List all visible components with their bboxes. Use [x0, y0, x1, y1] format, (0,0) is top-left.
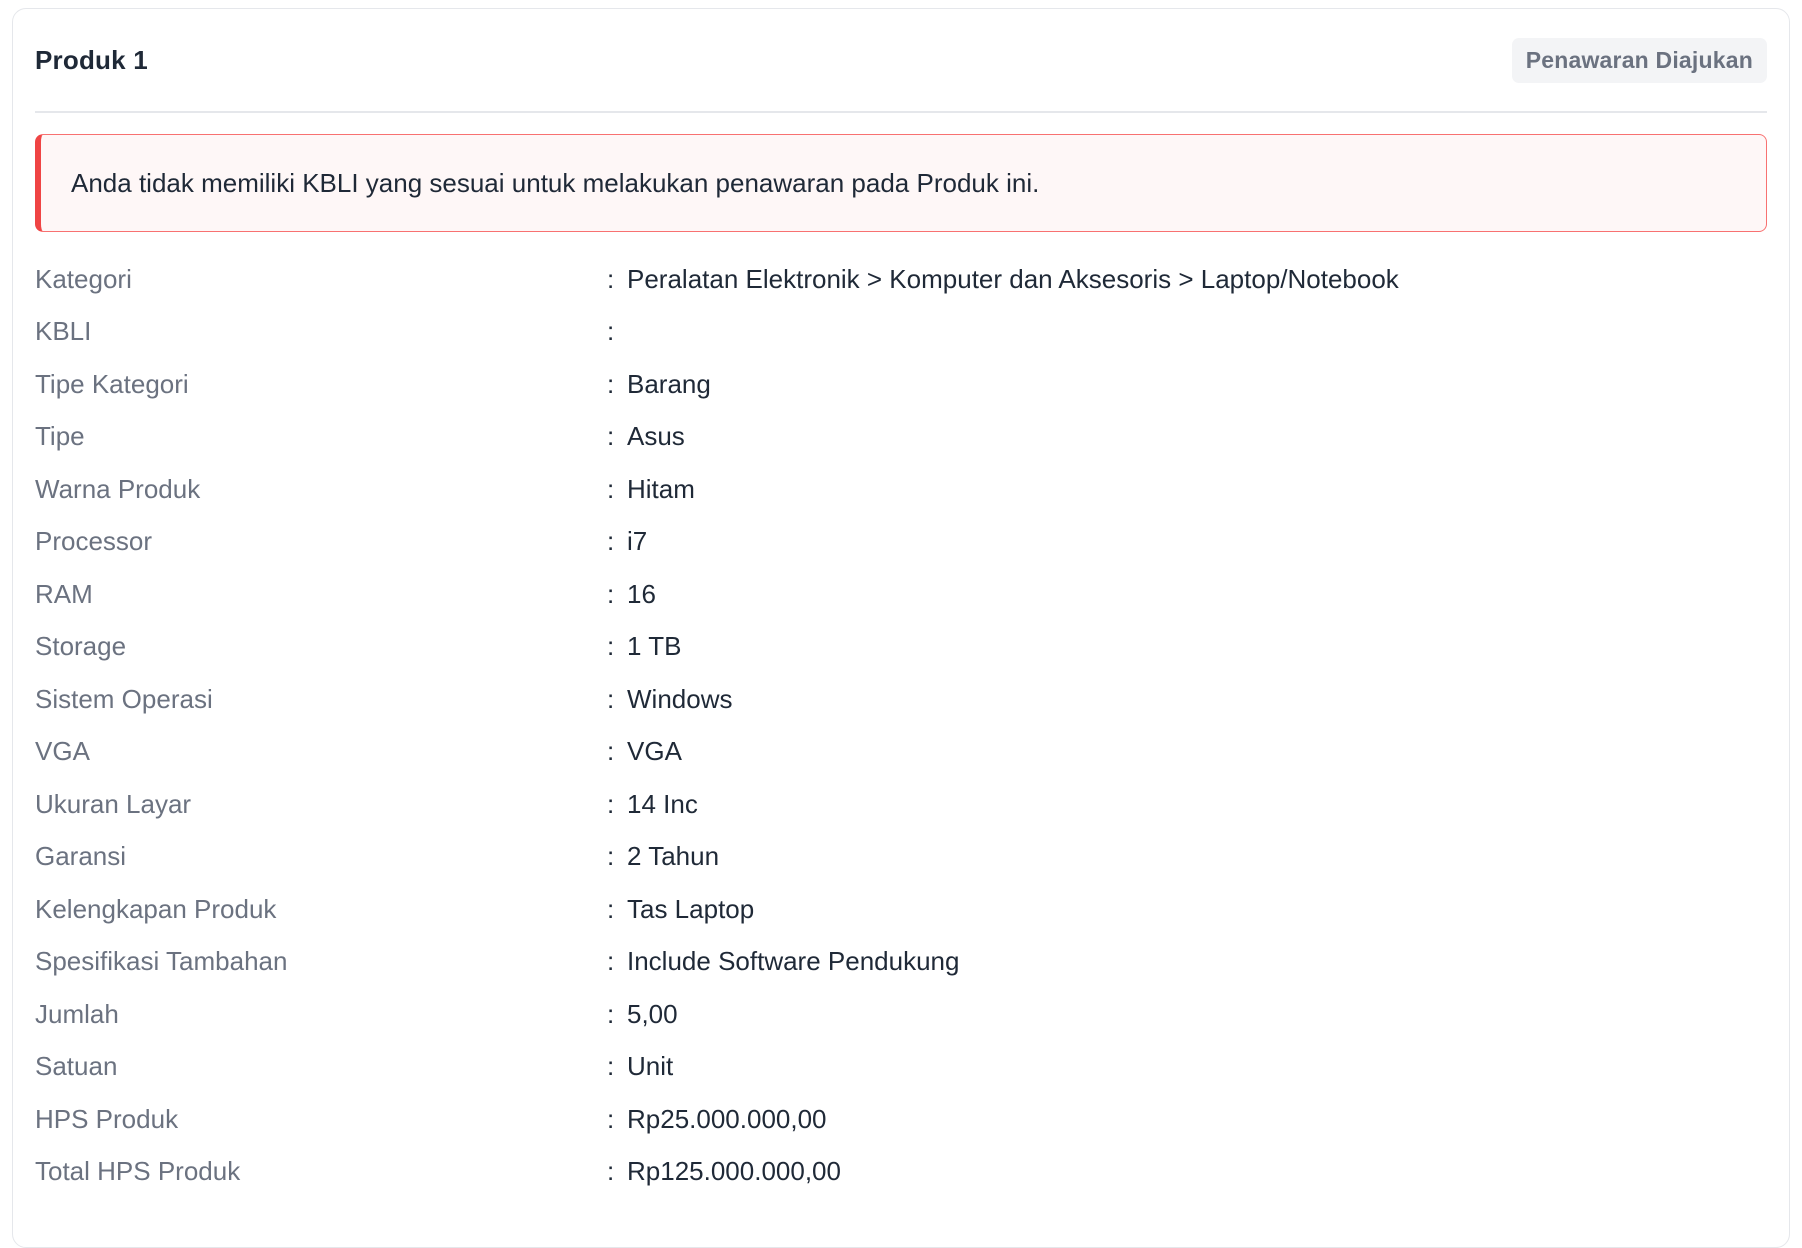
detail-row-jumlah: Jumlah : 5,00	[35, 988, 1767, 1041]
detail-separator: :	[607, 788, 615, 819]
detail-row-kategori: Kategori : Peralatan Elektronik > Komput…	[35, 253, 1767, 306]
detail-separator: :	[607, 1156, 615, 1187]
detail-row-tipe: Tipe : Asus	[35, 411, 1767, 464]
detail-separator: :	[607, 998, 615, 1029]
detail-row-hps-produk: HPS Produk : Rp25.000.000,00	[35, 1093, 1767, 1146]
detail-label: Total HPS Produk	[35, 1156, 241, 1187]
detail-value: Include Software Pendukung	[627, 946, 960, 977]
detail-label: Spesifikasi Tambahan	[35, 946, 288, 977]
detail-separator: :	[607, 1051, 615, 1082]
detail-row-vga: VGA : VGA	[35, 726, 1767, 779]
detail-separator: :	[607, 263, 615, 294]
detail-value: Asus	[627, 421, 685, 452]
detail-row-spesifikasi-tambahan: Spesifikasi Tambahan : Include Software …	[35, 936, 1767, 989]
detail-value: Unit	[627, 1051, 674, 1082]
detail-label: RAM	[35, 578, 93, 609]
detail-value: Rp25.000.000,00	[627, 1103, 827, 1134]
detail-value: Rp125.000.000,00	[627, 1156, 841, 1187]
detail-label: VGA	[35, 736, 90, 767]
detail-separator: :	[607, 631, 615, 662]
detail-separator: :	[607, 841, 615, 872]
detail-label: HPS Produk	[35, 1103, 179, 1134]
detail-separator: :	[607, 578, 615, 609]
detail-label: Garansi	[35, 841, 127, 872]
kbli-warning-alert: Anda tidak memiliki KBLI yang sesuai unt…	[35, 134, 1767, 232]
alert-message: Anda tidak memiliki KBLI yang sesuai unt…	[71, 167, 1040, 198]
detail-separator: :	[607, 893, 615, 924]
detail-value: Windows	[627, 683, 733, 714]
detail-row-sistem-operasi: Sistem Operasi : Windows	[35, 673, 1767, 726]
detail-row-total-hps-produk: Total HPS Produk : Rp125.000.000,00	[35, 1146, 1767, 1199]
detail-label: Tipe	[35, 421, 85, 452]
detail-label: Tipe Kategori	[35, 368, 189, 399]
detail-label: KBLI	[35, 316, 92, 347]
product-card: Produk 1 Penawaran Diajukan Anda tidak m…	[12, 8, 1790, 1248]
detail-value: 5,00	[627, 998, 678, 1029]
detail-value: 16	[627, 578, 656, 609]
detail-separator: :	[607, 421, 615, 452]
detail-value: Barang	[627, 368, 711, 399]
detail-value: i7	[627, 526, 648, 557]
detail-row-storage: Storage : 1 TB	[35, 621, 1767, 674]
detail-label: Warna Produk	[35, 473, 201, 504]
detail-value: 1 TB	[627, 631, 682, 662]
detail-label: Kelengkapan Produk	[35, 893, 277, 924]
detail-value: Hitam	[627, 473, 695, 504]
detail-value: 2 Tahun	[627, 841, 720, 872]
detail-label: Processor	[35, 526, 153, 557]
detail-label: Jumlah	[35, 998, 119, 1029]
detail-row-tipe-kategori: Tipe Kategori : Barang	[35, 358, 1767, 411]
detail-separator: :	[607, 473, 615, 504]
detail-label: Ukuran Layar	[35, 788, 192, 819]
detail-row-kelengkapan-produk: Kelengkapan Produk : Tas Laptop	[35, 883, 1767, 936]
detail-row-warna-produk: Warna Produk : Hitam	[35, 463, 1767, 516]
card-header: Produk 1 Penawaran Diajukan	[35, 9, 1767, 113]
detail-row-ram: RAM : 16	[35, 568, 1767, 621]
status-badge: Penawaran Diajukan	[1511, 37, 1767, 83]
detail-row-processor: Processor : i7	[35, 516, 1767, 569]
detail-value: VGA	[627, 736, 682, 767]
detail-row-ukuran-layar: Ukuran Layar : 14 Inc	[35, 778, 1767, 831]
detail-label: Storage	[35, 631, 127, 662]
detail-separator: :	[607, 526, 615, 557]
detail-row-satuan: Satuan : Unit	[35, 1041, 1767, 1094]
detail-label: Kategori	[35, 263, 132, 294]
detail-separator: :	[607, 683, 615, 714]
product-details-list: Kategori : Peralatan Elektronik > Komput…	[35, 253, 1767, 1198]
detail-separator: :	[607, 736, 615, 767]
detail-separator: :	[607, 946, 615, 977]
detail-separator: :	[607, 1103, 615, 1134]
detail-value: 14 Inc	[627, 788, 698, 819]
detail-label: Sistem Operasi	[35, 683, 213, 714]
detail-separator: :	[607, 368, 615, 399]
detail-row-kbli: KBLI :	[35, 306, 1767, 359]
detail-value: Peralatan Elektronik > Komputer dan Akse…	[627, 263, 1399, 294]
detail-value: Tas Laptop	[627, 893, 755, 924]
product-title: Produk 1	[35, 44, 148, 75]
detail-row-garansi: Garansi : 2 Tahun	[35, 831, 1767, 884]
detail-label: Satuan	[35, 1051, 118, 1082]
detail-separator: :	[607, 316, 615, 347]
